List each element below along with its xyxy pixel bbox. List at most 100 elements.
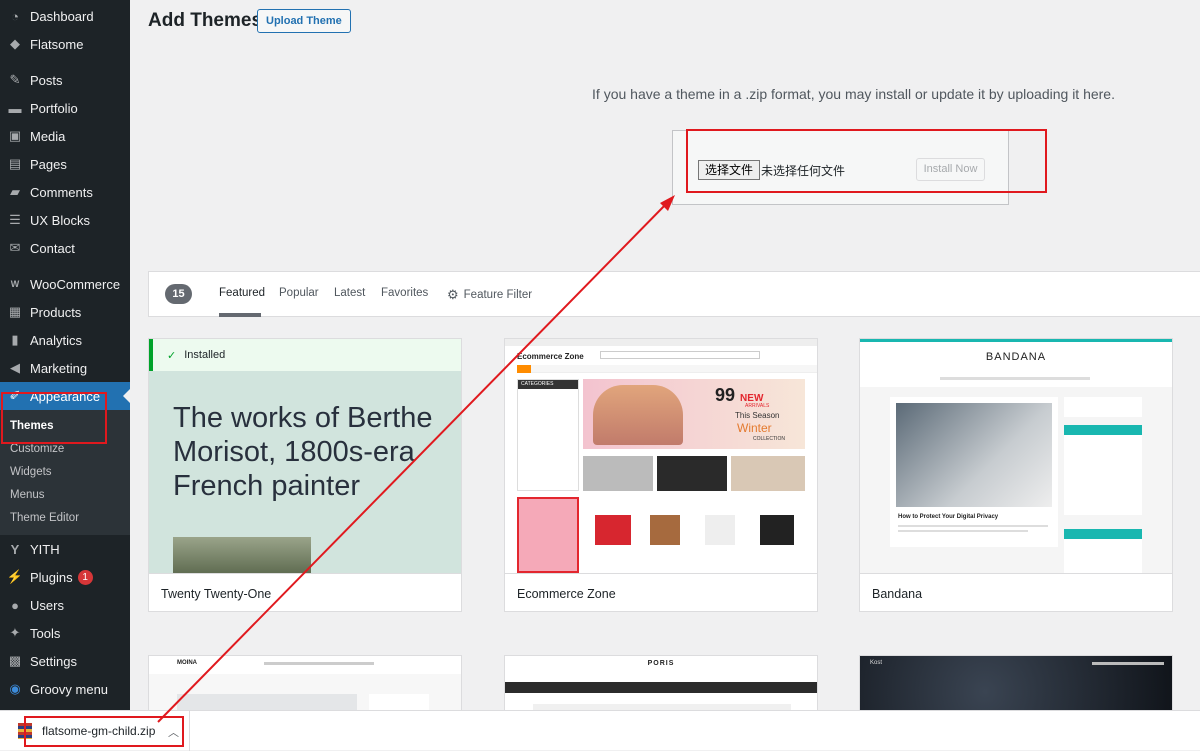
menu-portfolio[interactable]: ▬ Portfolio <box>0 94 130 122</box>
menu-label: Marketing <box>30 360 88 376</box>
feature-filter-button[interactable]: ⚙ Feature Filter <box>447 287 532 303</box>
preview-widget-title <box>1064 529 1142 539</box>
menu-label: Plugins <box>30 569 73 585</box>
menu-yith[interactable]: Y YITH <box>0 535 130 563</box>
menu-contact[interactable]: ✉ Contact <box>0 234 130 262</box>
preview-search-widget <box>1064 397 1142 417</box>
menu-settings[interactable]: ▩ Settings <box>0 647 130 675</box>
menu-label: Analytics <box>30 332 83 348</box>
preview-logo: PORIS <box>647 660 675 667</box>
menu-label: Users <box>30 597 64 613</box>
wrench-icon: ✦ <box>9 625 21 640</box>
submenu-theme-editor[interactable]: Theme Editor <box>0 506 130 529</box>
preview-category-title: CATEGORIES <box>518 380 578 389</box>
theme-card-poris[interactable]: PORIS <box>504 655 818 715</box>
pin-icon: ✎ <box>9 72 21 87</box>
theme-footer: Ecommerce Zone <box>505 573 817 611</box>
annotation-box-download <box>24 716 184 747</box>
menu-media[interactable]: ▣ Media <box>0 122 130 150</box>
preview-nav <box>264 662 374 665</box>
archive-icon: ▦ <box>8 304 22 319</box>
upload-help-text: If you have a theme in a .zip format, yo… <box>592 86 1115 102</box>
main-content: Add Themes Upload Theme If you have a th… <box>130 0 1200 715</box>
preview-logo: Kost <box>870 660 883 666</box>
comment-icon: ▰ <box>10 184 20 199</box>
menu-label: Comments <box>30 184 93 200</box>
menu-posts[interactable]: ✎ Posts <box>0 66 130 94</box>
menu-plugins[interactable]: ⚡ Plugins 1 <box>0 563 130 591</box>
submenu-widgets[interactable]: Widgets <box>0 460 130 483</box>
preview-sale-banner <box>517 497 579 573</box>
menu-users[interactable]: ● Users <box>0 591 130 619</box>
preview-widget-title <box>1064 425 1142 435</box>
preview-logo: BANDANA <box>985 351 1047 363</box>
menu-groovy-menu[interactable]: ◉ Groovy menu <box>0 675 130 703</box>
preview-nav-active <box>517 365 531 373</box>
menu-tools[interactable]: ✦ Tools <box>0 619 130 647</box>
preview-post: How to Protect Your Digital Privacy <box>890 397 1058 547</box>
theme-card-ecommerce-zone[interactable]: Ecommerce Zone CATEGORIES 99 NEW ARRIVAL… <box>504 338 818 612</box>
preview-header <box>860 342 1172 387</box>
preview-painting <box>173 537 311 575</box>
menu-ux-blocks[interactable]: ☰ UX Blocks <box>0 206 130 234</box>
preview-text-line <box>898 525 1048 527</box>
feature-filter-label: Feature Filter <box>463 289 533 301</box>
preview-promo-big: 99 <box>715 385 736 405</box>
menu-label: Pages <box>30 156 67 172</box>
menu-analytics[interactable]: ▮ Analytics <box>0 326 130 354</box>
theme-name: Ecommerce Zone <box>517 587 616 601</box>
menu-pages[interactable]: ▤ Pages <box>0 150 130 178</box>
menu-flatsome[interactable]: ◆ Flatsome <box>0 30 130 58</box>
theme-screenshot: PORIS <box>505 656 817 714</box>
submenu-menus[interactable]: Menus <box>0 483 130 506</box>
annotation-box-themes <box>1 392 107 444</box>
menu-label: Groovy menu <box>30 681 109 697</box>
theme-card-kost[interactable]: Kost <box>859 655 1173 715</box>
groovy-menu-icon: ◉ <box>9 681 21 696</box>
theme-footer: Bandana <box>860 573 1172 611</box>
theme-filter-bar: 15 Featured Popular Latest Favorites ⚙ F… <box>148 271 1200 317</box>
gear-icon: ⚙ <box>447 287 459 302</box>
theme-name: Bandana <box>872 587 923 601</box>
theme-card-bandana[interactable]: BANDANA How to Protect Your Digital Priv… <box>859 338 1173 612</box>
theme-screenshot: Ecommerce Zone CATEGORIES 99 NEW ARRIVAL… <box>505 339 817 575</box>
preview-product <box>705 515 735 545</box>
menu-dashboard[interactable]: ◔ Dashboard <box>0 2 130 30</box>
upload-theme-button[interactable]: Upload Theme <box>257 9 351 33</box>
menu-marketing[interactable]: ◀ Marketing <box>0 354 130 382</box>
preview-tile <box>583 456 653 491</box>
preview-post-image <box>896 403 1052 507</box>
preview-nav <box>940 377 1090 380</box>
bar-chart-icon: ▮ <box>11 332 19 347</box>
preview-promo-arrivals: ARRIVALS <box>745 403 770 409</box>
menu-label: Media <box>30 128 66 144</box>
envelope-icon: ✉ <box>9 240 21 255</box>
plug-icon: ⚡ <box>6 569 24 584</box>
tab-featured[interactable]: Featured <box>219 287 265 299</box>
tab-popular[interactable]: Popular <box>279 287 319 299</box>
preview-widget <box>1064 435 1142 515</box>
menu-label: Posts <box>30 72 63 88</box>
tab-latest[interactable]: Latest <box>334 287 365 299</box>
menu-label: Tools <box>30 625 61 641</box>
theme-footer: Twenty Twenty-One <box>149 573 461 611</box>
preview-product <box>760 515 794 545</box>
menu-woocommerce[interactable]: W WooCommerce <box>0 270 130 298</box>
folder-icon: ▬ <box>8 100 22 116</box>
preview-topbar <box>505 339 817 346</box>
dashboard-icon: ◔ <box>11 8 19 24</box>
menu-comments[interactable]: ▰ Comments <box>0 178 130 206</box>
user-icon: ● <box>11 597 19 613</box>
menu-products[interactable]: ▦ Products <box>0 298 130 326</box>
preview-banner: 99 NEW ARRIVALS This Season Winter COLLE… <box>583 379 805 449</box>
preview-product <box>595 515 631 545</box>
theme-card-twenty-twenty-one[interactable]: ✓ Installed The works of Berthe Morisot,… <box>148 338 462 612</box>
installed-label: Installed <box>184 349 226 361</box>
tab-favorites[interactable]: Favorites <box>381 287 428 299</box>
yith-icon: Y <box>10 541 20 557</box>
preview-product <box>650 515 680 545</box>
preview-nav <box>1092 662 1164 665</box>
preview-tile <box>657 456 727 491</box>
update-count-badge: 1 <box>77 569 93 585</box>
theme-card-moina[interactable]: MOINA <box>148 655 462 715</box>
